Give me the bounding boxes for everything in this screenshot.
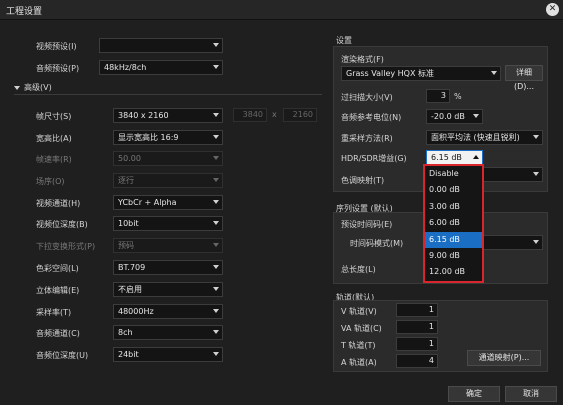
- dropdown-option[interactable]: 6.00 dB: [425, 215, 482, 231]
- audio-channel-select[interactable]: 8ch: [113, 325, 223, 340]
- color-space-select[interactable]: BT.709: [113, 260, 223, 275]
- video-preset-label: 视频预设(I): [36, 42, 77, 51]
- aspect-label: 宽高比(A): [36, 134, 72, 143]
- frame-size-select[interactable]: 3840 x 2160: [113, 108, 223, 123]
- stereo-select[interactable]: 不启用: [113, 282, 223, 297]
- render-format-label: 渲染格式(F): [341, 55, 384, 64]
- frame-size-x: x: [272, 110, 277, 119]
- resample-label: 重采样方法(R): [341, 134, 393, 143]
- video-preset-select[interactable]: [99, 38, 223, 53]
- detail-button[interactable]: 详细(D)...: [505, 65, 543, 91]
- close-icon[interactable]: ✕: [546, 3, 559, 16]
- dropdown-option[interactable]: 0.00 dB: [425, 182, 482, 198]
- tone-map-label: 色调映射(T): [341, 176, 385, 185]
- t-track-field[interactable]: 1: [396, 337, 438, 351]
- a-track-label: A 轨道(A): [341, 358, 377, 367]
- hdr-gain-dropdown: Disable 0.00 dB 3.00 dB 6.00 dB 6.15 dB …: [423, 164, 484, 283]
- pulldown-select: 预码: [113, 238, 223, 253]
- dropdown-option[interactable]: 3.00 dB: [425, 199, 482, 215]
- overscan-label: 过扫描大小(V): [341, 93, 393, 102]
- audio-depth-label: 音频位深度(U): [36, 351, 89, 360]
- audio-preset-select[interactable]: 48kHz/8ch: [99, 60, 223, 75]
- total-length-label: 总长度(L): [341, 265, 376, 274]
- channel-mapping-button[interactable]: 通道映射(P)...: [467, 350, 541, 366]
- aspect-select[interactable]: 显示宽高比 16:9: [113, 130, 223, 145]
- color-space-label: 色彩空间(L): [36, 264, 79, 273]
- frame-size-label: 帧尺寸(S): [36, 112, 72, 121]
- settings-header: 设置: [336, 36, 352, 45]
- dropdown-option[interactable]: Disable: [425, 166, 482, 182]
- a-track-field[interactable]: 4: [396, 354, 438, 368]
- hdr-gain-label: HDR/SDR增益(G): [341, 154, 407, 163]
- hdr-gain-select[interactable]: 6.15 dB: [426, 150, 483, 165]
- advanced-expander[interactable]: 高级(V): [14, 82, 322, 95]
- v-track-label: V 轨道(V): [341, 307, 377, 316]
- frame-height-field: 2160: [283, 108, 317, 122]
- frame-rate-label: 帧速率(R): [36, 155, 72, 164]
- dropdown-option[interactable]: 9.00 dB: [425, 248, 482, 264]
- dropdown-option[interactable]: 12.00 dB: [425, 264, 482, 280]
- sample-rate-select[interactable]: 48000Hz: [113, 304, 223, 319]
- sample-rate-label: 采样率(T): [36, 308, 72, 317]
- audio-ref-label: 音频参考电位(N): [341, 113, 402, 122]
- video-depth-label: 视频位深度(B): [36, 220, 88, 229]
- audio-depth-select[interactable]: 24bit: [113, 347, 223, 362]
- video-depth-select[interactable]: 10bit: [113, 216, 223, 231]
- audio-channel-label: 音频通道(C): [36, 329, 80, 338]
- field-order-select: 逐行: [113, 173, 223, 188]
- stereo-label: 立体编辑(E): [36, 286, 80, 295]
- va-track-field[interactable]: 1: [396, 320, 438, 334]
- overscan-unit: %: [454, 92, 462, 101]
- cancel-button[interactable]: 取消: [505, 386, 557, 402]
- window-title: 工程设置: [6, 7, 43, 17]
- preset-time-label: 预设时间码(E): [341, 220, 393, 229]
- ok-button[interactable]: 确定: [448, 386, 500, 402]
- field-order-label: 场序(O): [36, 177, 65, 186]
- t-track-label: T 轨道(T): [341, 341, 376, 350]
- expand-triangle-icon: [14, 85, 20, 90]
- audio-preset-label: 音频预设(P): [36, 64, 80, 73]
- title-bar: [0, 0, 563, 20]
- video-channel-select[interactable]: YCbCr + Alpha: [113, 195, 223, 210]
- audio-ref-select[interactable]: -20.0 dB: [426, 109, 483, 124]
- va-track-label: VA 轨道(C): [341, 324, 382, 333]
- render-format-select[interactable]: Grass Valley HQX 标准: [341, 66, 501, 81]
- video-channel-label: 视频通道(H): [36, 199, 81, 208]
- dropdown-option-selected[interactable]: 6.15 dB: [425, 231, 482, 248]
- timecode-mode-label: 时间码模式(M): [350, 239, 404, 248]
- frame-rate-select: 50.00: [113, 151, 223, 166]
- v-track-field[interactable]: 1: [396, 303, 438, 317]
- frame-width-field: 3840: [233, 108, 267, 122]
- overscan-field[interactable]: 3: [426, 89, 450, 103]
- resample-select[interactable]: 面积平均法 (快速且锐利): [426, 130, 543, 145]
- pulldown-label: 下拉变换形式(P): [36, 242, 96, 251]
